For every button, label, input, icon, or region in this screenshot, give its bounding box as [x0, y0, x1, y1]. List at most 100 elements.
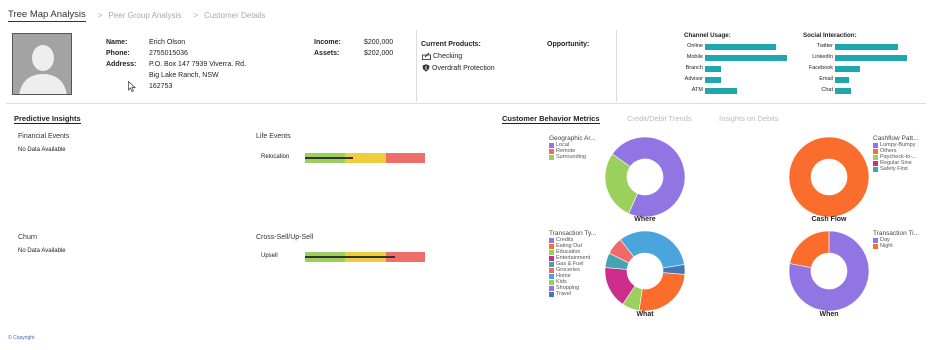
chart-legend: Cashflow Patt... Lumpy-Bumpy Others Paychec…: [873, 135, 919, 172]
legend-swatch: [549, 285, 554, 291]
shield-icon: $: [422, 64, 430, 72]
opportunity-title: Opportunity:: [547, 41, 590, 48]
legend-swatch: [549, 273, 554, 279]
legend-swatch: [873, 148, 878, 154]
assets-value: $202,000: [364, 50, 394, 57]
legend-label: Safety First: [880, 166, 908, 172]
legend-item[interactable]: Night: [873, 243, 919, 249]
bar-label: Email: [819, 76, 833, 82]
bar-label: ATM: [691, 87, 703, 93]
tab-tree-map-analysis[interactable]: Tree Map Analysis: [8, 9, 86, 22]
legend-swatch: [873, 166, 878, 172]
financial-events-nodata: No Data Available: [18, 147, 66, 153]
bar-label: Advisor: [684, 76, 703, 82]
donut-chart: [604, 230, 686, 312]
bar-label: Facebook: [808, 65, 833, 71]
address-line-1: P.O. Box 147 7939 Viverra. Rd.: [149, 61, 247, 68]
donut-chart: [604, 136, 686, 218]
tab-insights-on-debits[interactable]: Insights on Debits: [719, 114, 779, 123]
legend-swatch: [873, 237, 878, 243]
legend-title: Transaction Ti...: [873, 230, 919, 237]
donut-caption: Cash Flow: [811, 216, 847, 223]
current-products-title: Current Products:: [421, 41, 481, 48]
churn-nodata: No Data Available: [18, 248, 66, 254]
bar: [705, 55, 787, 61]
legend-swatch: [873, 160, 878, 166]
bar: [835, 55, 907, 61]
assets-label: Assets:: [314, 50, 340, 57]
bar-label: Online: [687, 43, 703, 49]
customer-phone: 2755015036: [149, 50, 188, 57]
income-label: Income:: [314, 39, 341, 46]
donut-slice[interactable]: [638, 272, 686, 312]
breadcrumb-nav: Tree Map Analysis > Peer Group Analysis >…: [8, 8, 265, 22]
bar: [705, 44, 776, 50]
legend-swatch: [549, 142, 554, 148]
product-overdraft: $ Overdraft Protection: [422, 64, 495, 72]
legend-label: Surrounding: [556, 154, 586, 160]
social-interaction-title: Social Interaction:: [803, 32, 857, 39]
bar: [835, 77, 849, 83]
bar: [835, 44, 898, 50]
legend-swatch: [549, 255, 554, 261]
checkbook-icon: [422, 52, 431, 60]
donut-chart: [788, 230, 870, 312]
bar-label: Branch: [685, 65, 703, 71]
bar: [705, 77, 721, 83]
address-line-3: 162753: [149, 83, 173, 90]
life-events-title: Life Events: [256, 133, 291, 140]
chart-legend: Transaction Ty... Credits Eating Out Educat…: [549, 230, 596, 297]
tab-credit-debit-trends[interactable]: Credit/Debit Trends: [627, 114, 692, 123]
legend-swatch: [549, 291, 554, 297]
address-label: Address:: [106, 61, 137, 68]
cursor-icon: [128, 81, 136, 92]
donut-chart: [788, 136, 870, 218]
legend-swatch: [549, 243, 554, 249]
customer-profile: Name: Erich Olson Phone: 2755015036 Addr…: [6, 28, 926, 104]
donut-slice[interactable]: [789, 230, 830, 268]
financial-events-title: Financial Events: [18, 133, 70, 140]
product-checking: Checking: [422, 52, 462, 60]
legend-swatch: [549, 249, 554, 255]
legend-swatch: [873, 142, 878, 148]
legend-swatch: [549, 237, 554, 243]
churn-title: Churn: [18, 234, 38, 241]
customer-name: Erich Olson: [149, 39, 186, 46]
name-label: Name:: [106, 39, 128, 46]
legend-item[interactable]: Safety First: [873, 166, 919, 172]
legend-item[interactable]: Travel: [549, 291, 596, 297]
bar: [705, 66, 721, 72]
phone-label: Phone:: [106, 50, 130, 57]
channel-usage-title: Channel Usage:: [684, 32, 731, 39]
legend-swatch: [549, 261, 554, 267]
tab-customer-behavior-metrics[interactable]: Customer Behavior Metrics: [502, 114, 600, 124]
relocation-bullet-chart: [305, 153, 425, 163]
legend-label: Travel: [556, 291, 572, 297]
predictive-insights-title: Predictive Insights: [14, 114, 81, 124]
copyright[interactable]: © Copyright: [8, 335, 34, 341]
crumb-peer-group[interactable]: > Peer Group Analysis: [98, 11, 182, 20]
bar: [835, 88, 851, 94]
legend-title: Transaction Ty...: [549, 230, 597, 237]
relocation-label: Relocation: [261, 154, 290, 160]
bar-label: Mobile: [686, 54, 703, 60]
legend-title: Geographic Ar...: [549, 135, 596, 142]
bullet-range-high: [386, 153, 425, 163]
chart-legend: Geographic Ar... Local Remote Surrounding: [549, 135, 596, 160]
crumb-customer-details[interactable]: > Customer Details: [193, 11, 265, 20]
donut-slice[interactable]: [619, 230, 685, 269]
legend-swatch: [549, 267, 554, 273]
upsell-label: Upsell: [261, 253, 278, 259]
legend-item[interactable]: Surrounding: [549, 154, 596, 160]
donut-slice[interactable]: [788, 136, 870, 218]
divider: [616, 30, 617, 102]
bar: [705, 88, 737, 94]
income-value: $200,000: [364, 39, 394, 46]
bar-label: LinkedIn: [812, 54, 833, 60]
legend-swatch: [549, 279, 554, 285]
legend-swatch: [873, 154, 878, 160]
upsell-bullet-chart: [305, 252, 425, 262]
address-line-2: Big Lake Ranch, NSW: [149, 72, 219, 79]
divider: [416, 30, 417, 102]
bar: [835, 66, 860, 72]
